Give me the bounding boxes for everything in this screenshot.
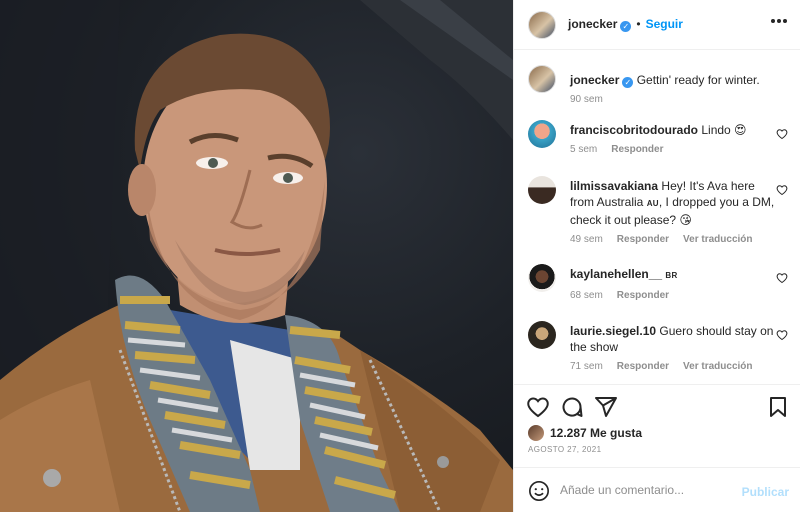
save-icon[interactable] (766, 395, 790, 419)
post-photo[interactable] (0, 0, 513, 512)
post-header: jonecker ✓ • Seguir (514, 0, 800, 50)
comment-age: 49 sem (570, 234, 603, 245)
commenter-avatar[interactable] (528, 120, 556, 148)
likes-label[interactable]: 12.287 Me gusta (550, 426, 642, 440)
translate-button[interactable]: Ver traducción (683, 361, 752, 372)
comment-username[interactable]: franciscobritodourado (570, 123, 698, 137)
comment-age: 68 sem (570, 290, 603, 301)
verified-icon: ✓ (622, 77, 634, 88)
post-sidebar: jonecker ✓ • Seguir jonecker ✓ Gettin' ready… (513, 0, 800, 512)
commenter-avatar[interactable] (528, 176, 556, 204)
comment-username[interactable]: lilmissavakiana (570, 179, 658, 193)
author-line: jonecker ✓ • Seguir (568, 17, 683, 32)
share-icon[interactable] (594, 395, 618, 419)
comment-username[interactable]: kaylanehellen__ (570, 267, 662, 281)
comment-age: 71 sem (570, 361, 603, 372)
author-avatar[interactable] (528, 11, 556, 39)
publish-button[interactable]: Publicar (742, 485, 789, 499)
commenter-avatar[interactable] (528, 264, 556, 292)
post-actions: 12.287 Me gusta AGOSTO 27, 2021 (514, 384, 800, 466)
comment-input[interactable] (560, 480, 730, 500)
caption-age: 90 sem (570, 94, 603, 105)
caption-avatar[interactable] (528, 65, 556, 93)
translate-button[interactable]: Ver traducción (683, 234, 752, 245)
comment-username[interactable]: laurie.siegel.10 (570, 324, 656, 338)
caption-username[interactable]: jonecker (570, 73, 619, 87)
like-comment-icon[interactable] (776, 128, 788, 140)
verified-icon: ✓ (620, 21, 632, 32)
comment-icon[interactable] (560, 395, 584, 419)
follow-button[interactable]: Seguir (646, 17, 683, 31)
selfie-image (0, 0, 513, 512)
country-code: AU (646, 199, 659, 208)
like-icon[interactable] (526, 395, 550, 419)
comments-list[interactable]: jonecker ✓ Gettin' ready for winter. 90 s… (514, 51, 800, 384)
add-comment-bar: Publicar (514, 467, 800, 512)
separator-dot: • (636, 17, 641, 31)
reply-button[interactable]: Responder (617, 361, 669, 372)
reply-button[interactable]: Responder (611, 144, 663, 155)
author-username[interactable]: jonecker (568, 17, 617, 31)
more-icon[interactable] (771, 18, 787, 24)
reply-button[interactable]: Responder (617, 234, 669, 245)
country-code: BR (665, 271, 678, 280)
reply-button[interactable]: Responder (617, 290, 669, 301)
likes-count[interactable]: 12.287 Me gusta (528, 425, 642, 441)
post-viewer: jonecker ✓ • Seguir jonecker ✓ Gettin' ready… (0, 0, 800, 512)
commenter-avatar[interactable] (528, 321, 556, 349)
caption-text: Gettin' ready for winter. (636, 73, 760, 87)
comment-age: 5 sem (570, 144, 598, 155)
post-date: AGOSTO 27, 2021 (528, 445, 602, 454)
comment-text: Lindo 😍 (701, 123, 747, 137)
like-comment-icon[interactable] (776, 184, 788, 196)
liker-avatar (528, 425, 544, 441)
like-comment-icon[interactable] (776, 329, 788, 341)
emoji-icon[interactable] (528, 480, 550, 502)
like-comment-icon[interactable] (776, 272, 788, 284)
